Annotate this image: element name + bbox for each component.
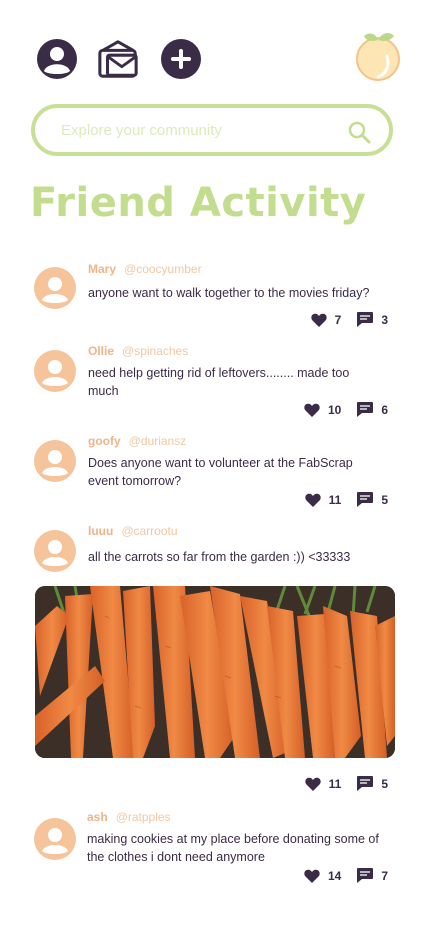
post-handle[interactable]: @duriansz — [129, 434, 187, 448]
search-placeholder: Explore your community — [61, 122, 222, 139]
post-author[interactable]: luuu — [88, 524, 113, 538]
like-count: 11 — [328, 776, 342, 791]
like-button[interactable]: 14 — [304, 869, 341, 883]
like-count: 14 — [327, 868, 342, 883]
heart-icon — [304, 493, 321, 507]
heart-icon — [304, 777, 321, 791]
inbox-icon — [98, 40, 138, 78]
comment-icon — [357, 776, 374, 791]
add-icon — [161, 39, 201, 79]
heart-icon — [304, 869, 320, 883]
post-stats: 10 6 — [304, 402, 388, 417]
post-stats: 7 3 — [310, 312, 388, 327]
comment-icon — [357, 868, 374, 883]
like-count: 11 — [328, 492, 342, 507]
comment-icon — [357, 312, 374, 327]
comment-count: 6 — [381, 402, 388, 417]
top-bar — [0, 0, 428, 100]
post-meta: luuu @carrootu — [88, 524, 178, 538]
heart-icon — [304, 403, 320, 417]
post-handle[interactable]: @ratpples — [116, 810, 171, 824]
like-button[interactable]: 11 — [304, 492, 342, 507]
comment-count: 5 — [381, 776, 388, 791]
comment-button[interactable]: 6 — [357, 402, 388, 417]
avatar[interactable] — [34, 530, 76, 572]
avatar[interactable] — [34, 440, 76, 482]
like-button[interactable]: 7 — [310, 312, 342, 327]
post-stats: 11 5 — [304, 492, 388, 507]
post-stats: 11 5 — [304, 776, 388, 791]
post-handle[interactable]: @carrootu — [121, 524, 177, 538]
post-meta: ash @ratpples — [87, 810, 171, 824]
post-author[interactable]: Mary — [88, 262, 116, 276]
post-meta: goofy @duriansz — [88, 434, 186, 448]
like-button[interactable]: 10 — [304, 403, 341, 417]
comment-icon — [357, 492, 374, 507]
comment-button[interactable]: 5 — [357, 492, 388, 507]
comment-count: 3 — [381, 312, 388, 327]
heart-icon — [310, 313, 327, 327]
like-count: 7 — [334, 312, 342, 327]
comment-icon — [357, 402, 374, 417]
post-meta: Ollie @spinaches — [88, 344, 188, 358]
comment-button[interactable]: 7 — [357, 868, 388, 883]
post-image-carrots[interactable] — [35, 586, 395, 758]
post-author[interactable]: goofy — [88, 434, 121, 448]
comment-button[interactable]: 5 — [357, 776, 388, 791]
page-title: Friend Activity — [30, 180, 367, 226]
peach-logo-icon — [356, 32, 400, 81]
avatar[interactable] — [34, 267, 76, 309]
like-button[interactable]: 11 — [304, 776, 342, 791]
post-author[interactable]: ash — [87, 810, 108, 824]
inbox-button[interactable] — [97, 38, 139, 80]
add-post-button[interactable] — [160, 38, 202, 80]
post-text: all the carrots so far from the garden :… — [88, 550, 351, 564]
avatar[interactable] — [34, 350, 76, 392]
post-text: Does anyone want to volunteer at the Fab… — [88, 456, 353, 488]
profile-button[interactable] — [36, 38, 78, 80]
comment-count: 5 — [381, 492, 388, 507]
post-meta: Mary @coocyumber — [88, 262, 202, 276]
comment-count: 7 — [381, 868, 388, 883]
avatar[interactable] — [34, 818, 76, 860]
post-handle[interactable]: @coocyumber — [124, 262, 202, 276]
search-bar[interactable]: Explore your community — [31, 104, 393, 156]
carrots-photo — [35, 586, 395, 758]
post-text: making cookies at my place before donati… — [87, 832, 379, 864]
profile-icon — [37, 39, 77, 79]
post-text: need help getting rid of leftovers......… — [88, 366, 350, 398]
post-text: anyone want to walk together to the movi… — [88, 286, 370, 300]
search-icon[interactable] — [347, 120, 371, 144]
comment-button[interactable]: 3 — [357, 312, 388, 327]
post-stats: 14 7 — [304, 868, 388, 883]
like-count: 10 — [327, 402, 342, 417]
post-handle[interactable]: @spinaches — [122, 344, 188, 358]
post-author[interactable]: Ollie — [88, 344, 114, 358]
